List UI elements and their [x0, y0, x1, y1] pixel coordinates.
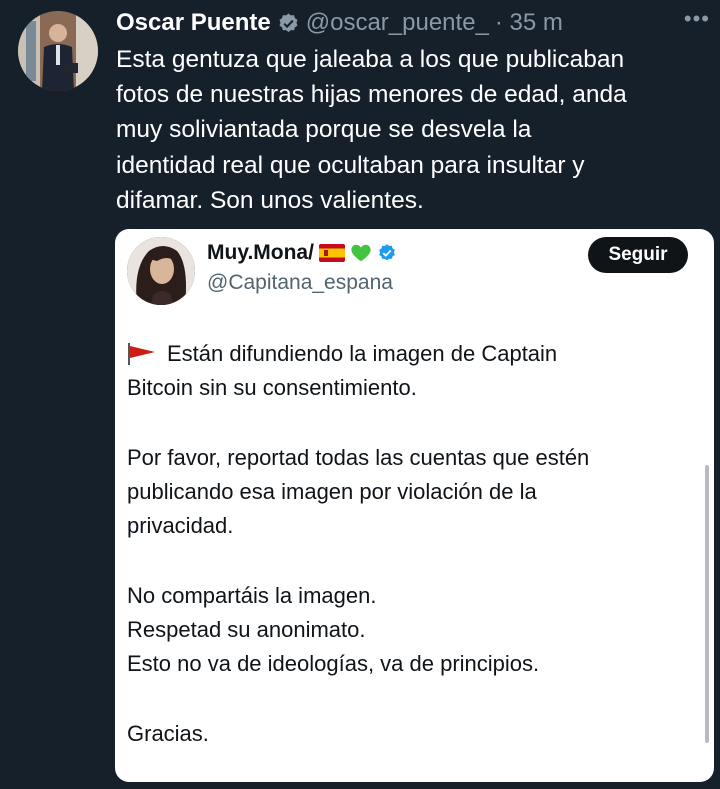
- tweet-text-line: muy soliviantada porque se desvela la: [116, 116, 532, 144]
- tweet-text-line: fotos de nuestras hijas menores de edad,…: [116, 81, 627, 109]
- tweet-text: Esta gentuza que jaleaba a los que publi…: [116, 42, 706, 218]
- quoted-tweet-text: Están difundiendo la imagen de Captain B…: [127, 337, 702, 751]
- tweet-time[interactable]: · 35 m: [495, 6, 563, 40]
- quoted-text-line: No compartáis la imagen.: [127, 583, 377, 608]
- follow-button[interactable]: Seguir: [588, 237, 688, 273]
- quoted-text-line: Respetad su anonimato.: [127, 617, 366, 642]
- verified-badge-icon: [279, 12, 298, 32]
- quoted-text-line: Esto no va de ideologías, va de principi…: [127, 651, 540, 676]
- spain-flag-emoji: [318, 244, 345, 262]
- quoted-text-line: privacidad.: [127, 513, 234, 538]
- verified-badge-icon: [379, 244, 395, 261]
- quoted-tweet-card[interactable]: Muy.Mona/ @Capitana_espana Seguir Están: [115, 229, 714, 782]
- author-name[interactable]: Oscar Puente: [116, 6, 271, 40]
- quoted-text-line: Gracias.: [127, 721, 209, 746]
- quoted-author-avatar[interactable]: [127, 237, 195, 305]
- author-handle[interactable]: @oscar_puente_: [306, 6, 489, 40]
- tweet-text-line: difamar. Son unos valientes.: [116, 186, 424, 214]
- tweet-text-line: identidad real que ocultaban para insult…: [116, 151, 585, 179]
- tweet-text-line: Esta gentuza que jaleaba a los que publi…: [116, 46, 625, 73]
- quoted-author-name[interactable]: Muy.Mona/: [207, 241, 314, 265]
- more-options-icon[interactable]: •••: [684, 6, 710, 32]
- scrollbar[interactable]: [705, 465, 709, 743]
- red-flag-emoji: [128, 343, 155, 365]
- quoted-text-line: Están difundiendo la imagen de Captain: [167, 341, 558, 366]
- quoted-text-line: Bitcoin sin su consentimiento.: [127, 375, 417, 400]
- quoted-text-line: publicando esa imagen por violación de l…: [127, 479, 537, 504]
- quoted-text-line: Por favor, reportad todas las cuentas qu…: [127, 445, 590, 470]
- green-heart-emoji: [351, 244, 371, 262]
- quoted-author-handle[interactable]: @Capitana_espana: [207, 271, 393, 295]
- author-avatar[interactable]: [18, 11, 98, 91]
